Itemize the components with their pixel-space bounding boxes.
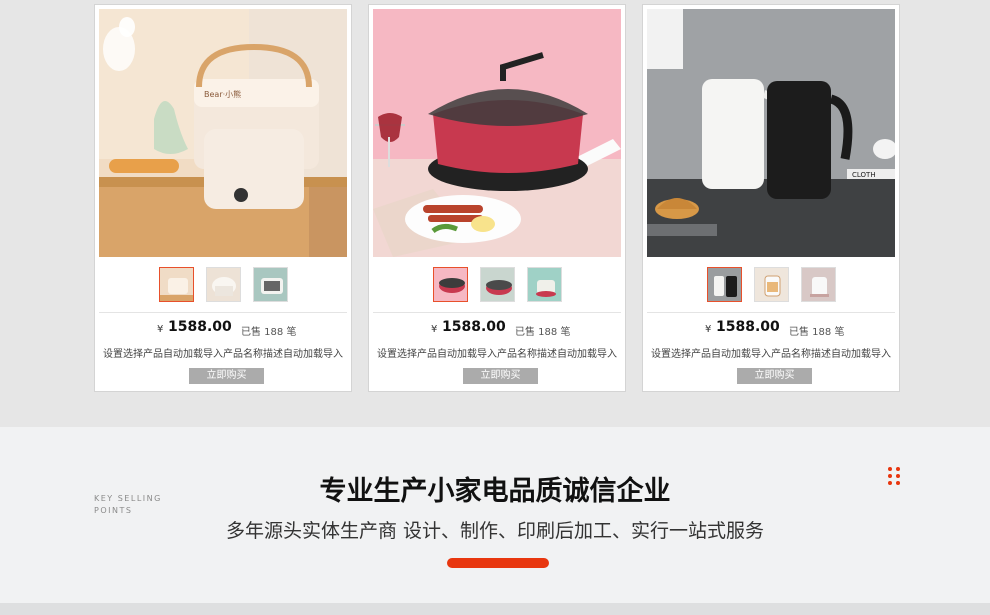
thumbnail-strip <box>369 267 625 303</box>
sold-count: 已售 188 笔 <box>789 327 845 338</box>
product-section: Bear·小熊 ¥ 1588.00 已售 188 笔 设置选择产品自动加载导入产… <box>0 0 990 427</box>
product-card[interactable]: Bear·小熊 ¥ 1588.00 已售 188 笔 设置选择产品自动加载导入产… <box>94 4 352 392</box>
kettle-thumb-2[interactable] <box>753 267 789 302</box>
selling-points-banner: KEY SELLING POINTS 专业生产小家电品质诚信企业 多年源头实体生… <box>0 427 990 603</box>
price-row: ¥ 1588.00 已售 188 笔 <box>643 319 899 339</box>
dots-grid-icon <box>888 467 900 485</box>
rice-cooker-thumb[interactable] <box>205 267 241 302</box>
sold-count: 已售 188 笔 <box>515 327 571 338</box>
hot-pot-thumb-1[interactable] <box>432 267 468 302</box>
product-price: 1588.00 <box>168 319 232 335</box>
product-card[interactable]: ¥ 1588.00 已售 188 笔 设置选择产品自动加载导入产品名称描述自动加… <box>368 4 626 392</box>
currency-symbol: ¥ <box>431 324 438 335</box>
sandwich-maker-thumb[interactable] <box>252 267 288 302</box>
product-price: 1588.00 <box>442 319 506 335</box>
buy-now-button[interactable]: 立即购买 <box>189 368 264 384</box>
kettle-thumb-1[interactable] <box>706 267 742 302</box>
electric-hot-pot-photo[interactable] <box>373 9 621 257</box>
hot-pot-thumb-2[interactable] <box>479 267 515 302</box>
product-description: 设置选择产品自动加载导入产品名称描述自动加载导入 <box>377 349 617 360</box>
accent-bar <box>447 558 549 568</box>
dot <box>888 481 892 485</box>
svg-text:Bear·小熊: Bear·小熊 <box>204 89 241 99</box>
buy-now-button[interactable]: 立即购买 <box>463 368 538 384</box>
divider <box>647 312 895 313</box>
thumbnail-strip <box>643 267 899 303</box>
price-row: ¥ 1588.00 已售 188 笔 <box>369 319 625 339</box>
folding-washer-photo[interactable]: Bear·小熊 <box>99 9 347 257</box>
banner-headline: 专业生产小家电品质诚信企业 <box>319 476 671 507</box>
electric-kettle-photo[interactable]: CLOTH <box>647 9 895 257</box>
product-card[interactable]: CLOTH ¥ 1588.00 已售 188 笔 设置选择产品自动加载导入产品名… <box>642 4 900 392</box>
currency-symbol: ¥ <box>157 324 164 335</box>
divider <box>373 312 621 313</box>
washer-thumb-1[interactable] <box>158 267 194 302</box>
sold-count: 已售 188 笔 <box>241 327 297 338</box>
dot <box>896 467 900 471</box>
product-description: 设置选择产品自动加载导入产品名称描述自动加载导入 <box>651 349 891 360</box>
dot <box>896 474 900 478</box>
divider <box>99 312 347 313</box>
kettle-thumb-3[interactable] <box>800 267 836 302</box>
dot <box>896 481 900 485</box>
dot <box>888 467 892 471</box>
product-price: 1588.00 <box>716 319 780 335</box>
banner-subline: 多年源头实体生产商 设计、制作、印刷后加工、实行一站式服务 <box>225 520 765 542</box>
bottom-strip <box>0 603 990 615</box>
hot-pot-thumb-3[interactable] <box>526 267 562 302</box>
svg-text:CLOTH: CLOTH <box>852 171 876 179</box>
buy-now-button[interactable]: 立即购买 <box>737 368 812 384</box>
thumbnail-strip <box>95 267 351 303</box>
product-description: 设置选择产品自动加载导入产品名称描述自动加载导入 <box>103 349 343 360</box>
price-row: ¥ 1588.00 已售 188 笔 <box>95 319 351 339</box>
dot <box>888 474 892 478</box>
currency-symbol: ¥ <box>705 324 712 335</box>
